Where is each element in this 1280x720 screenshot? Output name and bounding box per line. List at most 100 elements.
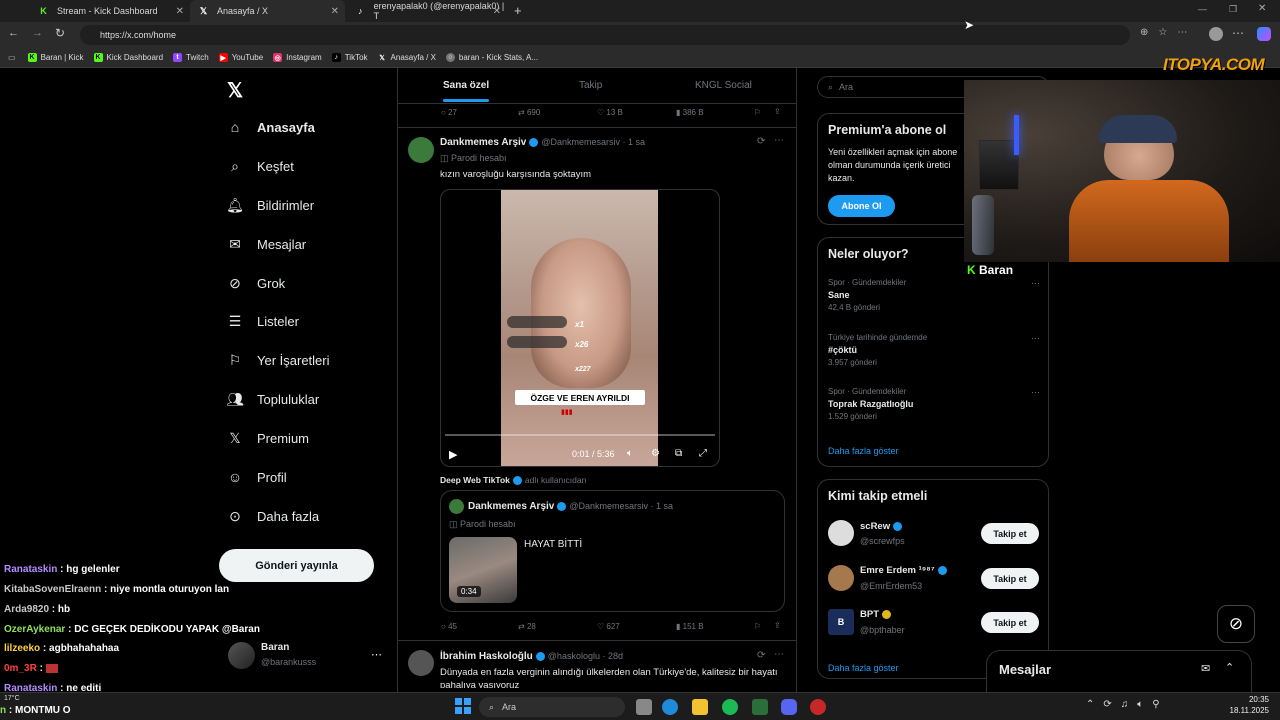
sidebar-item-messages[interactable]: ✉ Mesajlar [226,235,306,253]
repost-action[interactable]: ⇄ 690 [518,108,540,117]
views-action[interactable]: ▮ 386 B [676,108,704,117]
minimize-button[interactable]: — [1198,4,1207,14]
taskbar-search[interactable]: ⌕ Ara [479,697,625,717]
grok-icon[interactable]: ⟳ [757,650,765,661]
bookmark-baran-kick[interactable]: K Baran | Kick [27,53,84,62]
share-icon[interactable]: ⇪ [774,107,781,116]
follow-button[interactable]: Takip et [981,612,1039,633]
window-close-button[interactable]: ✕ [1258,3,1266,14]
trend-menu-icon[interactable]: ⋯ [1031,278,1040,289]
post-author-avatar[interactable] [408,650,434,676]
video-progress-track[interactable] [445,434,715,436]
follow-button[interactable]: Takip et [981,523,1039,544]
task-view-icon[interactable] [636,699,652,715]
share-icon[interactable]: ⇪ [774,621,781,630]
bookmark-icon[interactable]: ⚐ [754,622,761,631]
post-author-handle[interactable]: @haskologlu [548,651,600,661]
volume-icon[interactable]: 🔈︎ [627,448,633,459]
start-button[interactable] [455,698,471,714]
post-author-handle[interactable]: @Dankmemesarsiv [541,137,620,147]
trend-menu-icon[interactable]: ⋯ [1031,387,1040,398]
sidebar-item-notifications[interactable]: 🔔︎ Bildirimler [226,196,314,214]
clock-time[interactable]: 20:35 [1221,695,1269,704]
post-author-name[interactable]: İbrahim Haskoloğlu [440,651,533,662]
app-icon[interactable] [752,699,768,715]
bookmark-kick-stats[interactable]: ○ baran - Kick Stats, A... [445,53,538,62]
file-explorer-icon[interactable] [692,699,708,715]
trends-show-more[interactable]: Daha fazla göster [828,446,899,456]
sidebar-item-grok[interactable]: ⊘ Grok [226,274,285,292]
play-icon[interactable]: ▶ [449,448,457,461]
repost-action[interactable]: ⇄ 28 [518,622,536,631]
x-logo-icon[interactable]: 𝕏 [227,78,243,103]
grok-floating-button[interactable]: ⊘ [1217,605,1255,643]
post-time[interactable]: 1 sa [628,137,645,147]
maximize-button[interactable]: ❐ [1229,4,1237,15]
sidebar-item-bookmarks[interactable]: ⚐ Yer İşaretleri [226,351,330,369]
tab-following[interactable]: Takip [579,80,602,91]
close-icon[interactable]: ✕ [331,6,339,17]
post-menu-icon[interactable]: ⋯ [774,649,784,660]
trend-item[interactable]: Türkiye tarihinde gündemde #çöktü 3.957 … [828,333,1040,367]
subscribe-button[interactable]: Abone Ol [828,195,895,217]
follow-avatar[interactable] [828,565,854,591]
like-action[interactable]: ♡ 627 [597,622,620,631]
reply-action[interactable]: ○ 45 [441,622,457,631]
popout-icon[interactable]: ⧉ [675,448,682,459]
follow-avatar[interactable]: B [828,609,854,635]
sidebar-item-home[interactable]: ⌂ Anasayfa [226,118,315,136]
sidebar-item-communities[interactable]: 👥︎ Topluluklar [226,390,319,408]
video-player[interactable]: x1 x26 x227 ÖZGE VE EREN AYRILDI ▮▮▮ ▶ 0… [440,189,720,467]
discord-icon[interactable] [781,699,797,715]
follow-name[interactable]: scRew [860,521,905,532]
tab-x-home[interactable]: 𝕏 Anasayfa / X ✕ [190,0,345,22]
post-menu-icon[interactable]: ⋯ [774,135,784,146]
back-button[interactable]: ← [8,27,19,39]
account-menu-icon[interactable]: ⋯ [371,648,382,661]
extension-icons[interactable]: ⊕☆⋯ [1140,27,1197,38]
post-author-avatar[interactable] [408,137,434,163]
bookmark-tiktok[interactable]: ♪ TikTok [331,53,368,62]
trend-menu-icon[interactable]: ⋯ [1031,333,1040,344]
close-icon[interactable]: ✕ [493,6,501,17]
follow-show-more[interactable]: Daha fazla göster [828,663,899,673]
copilot-icon[interactable] [1257,27,1271,41]
account-avatar[interactable] [228,642,255,669]
like-action[interactable]: ♡ 13 B [597,108,623,117]
follow-avatar[interactable] [828,520,854,546]
video-source[interactable]: Deep Web TikTok adlı kullanıcıdan [440,475,586,486]
sidebar-item-more[interactable]: ⊙ Daha fazla [226,507,319,525]
tab-kick-dashboard[interactable]: K Stream - Kick Dashboard ✕ [30,0,190,22]
grok-icon[interactable]: ⟳ [757,136,765,147]
bookmark-youtube[interactable]: ▶ YouTube [218,53,263,62]
fullscreen-icon[interactable]: ⤢ [699,448,707,459]
bookmark-x[interactable]: 𝕏 Anasayfa / X [378,53,436,62]
tab-for-you[interactable]: Sana özel [443,80,489,91]
messages-drawer[interactable]: Mesajlar ✉ ⌃ [986,650,1252,692]
bookmark-icon[interactable]: ⚐ [754,108,761,117]
reply-action[interactable]: ○ 27 [441,108,457,117]
tab-kngl-social[interactable]: KNGL Social [695,80,752,91]
follow-button[interactable]: Takip et [981,568,1039,589]
post-author-name[interactable]: Dankmemes Arşiv [440,137,526,148]
clock-date[interactable]: 18.11.2025 [1221,706,1269,715]
post-button[interactable]: Gönderi yayınla [219,549,374,582]
tab-tiktok[interactable]: ♪ erenyapalak0 (@erenyapalak0) | T ✕ [347,0,507,22]
sidebar-item-explore[interactable]: ⌕ Keşfet [226,157,294,175]
settings-icon[interactable]: ⚙ [651,448,660,459]
follow-name[interactable]: BPT [860,609,894,620]
forward-button[interactable]: → [32,27,43,39]
new-message-icon[interactable]: ✉ [1201,662,1210,675]
sidebar-item-premium[interactable]: 𝕏 Premium [226,429,309,447]
profile-avatar[interactable] [1209,27,1223,41]
close-icon[interactable]: ✕ [176,6,184,17]
browser-icon[interactable] [810,699,826,715]
spotify-icon[interactable] [722,699,738,715]
bookmark-twitch[interactable]: t Twitch [173,53,209,62]
sidebar-toggle-icon[interactable]: ▭ [8,53,16,62]
new-tab-button[interactable]: + [514,3,522,18]
quoted-post[interactable]: Dankmemes Arşiv @Dankmemesarsiv · 1 sa ◫ … [440,490,785,612]
sidebar-item-profile[interactable]: ☺ Profil [226,468,287,486]
trend-item[interactable]: Spor · Gündemdekiler Sane 42,4 B gönderi… [828,278,1040,312]
post-time[interactable]: 28d [608,651,623,661]
